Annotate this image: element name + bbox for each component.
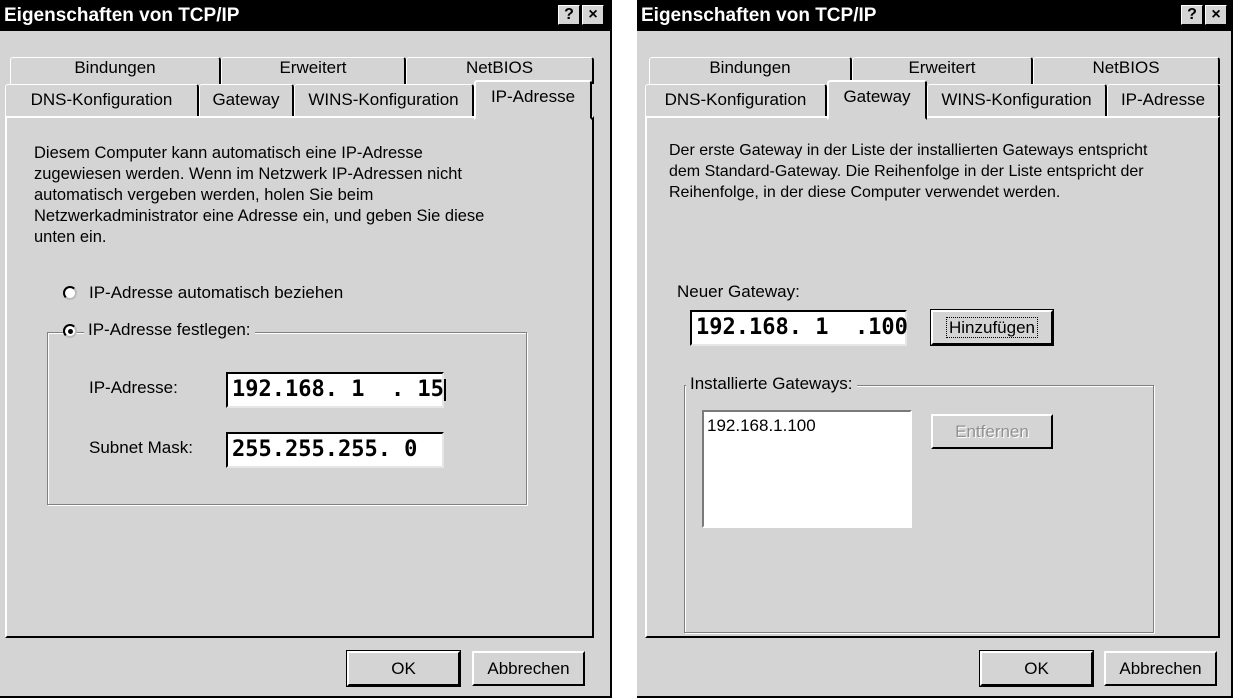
title-bar[interactable]: Eigenschaften von TCP/IP ? × (637, 0, 1231, 31)
remove-button[interactable]: Entfernen (931, 414, 1053, 449)
list-item[interactable]: 192.168.1.100 (707, 416, 907, 436)
tab-wins-konfiguration[interactable]: WINS-Konfiguration (294, 84, 474, 116)
tab-gateway[interactable]: Gateway (199, 84, 294, 116)
ok-button[interactable]: OK (979, 650, 1094, 687)
subnet-mask-label: Subnet Mask: (89, 438, 193, 457)
radio-fixed-ip[interactable] (63, 324, 77, 338)
cancel-button[interactable]: Abbrechen (1104, 651, 1217, 686)
tab-netbios[interactable]: NetBIOS (1033, 57, 1220, 84)
cancel-button[interactable]: Abbrechen (472, 651, 585, 686)
add-button-label: Hinzufügen (945, 317, 1038, 338)
new-gateway-field[interactable]: 192.168. 1 .100 (690, 310, 908, 346)
tab-dns-konfiguration[interactable]: DNS-Konfiguration (5, 84, 199, 116)
close-icon[interactable]: × (582, 5, 604, 25)
ip-address-field[interactable]: 192.168. 1 . 15 (226, 372, 446, 408)
radio-auto-ip-label[interactable]: IP-Adresse automatisch beziehen (89, 283, 343, 303)
tab-bindungen[interactable]: Bindungen (10, 57, 221, 84)
title-bar[interactable]: Eigenschaften von TCP/IP ? × (0, 0, 610, 31)
tab-gateway[interactable]: Gateway (827, 80, 927, 120)
new-gateway-label: Neuer Gateway: (677, 282, 800, 301)
ip-address-label: IP-Adresse: (89, 378, 178, 397)
tcpip-dialog-ip-address: Eigenschaften von TCP/IP ? × Bindungen E… (0, 0, 612, 698)
window-title: Eigenschaften von TCP/IP (4, 5, 240, 26)
description-text: Der erste Gateway in der Liste der insta… (669, 142, 1148, 201)
window-title: Eigenschaften von TCP/IP (641, 5, 877, 26)
tab-dns-konfiguration[interactable]: DNS-Konfiguration (645, 84, 827, 116)
help-button[interactable]: ? (558, 5, 580, 25)
fixed-ip-group (47, 332, 527, 505)
text-cursor (443, 379, 446, 401)
installed-gateways-list[interactable]: 192.168.1.100 (702, 410, 912, 528)
radio-selected-dot (68, 329, 73, 334)
tab-ip-adresse[interactable]: IP-Adresse (474, 80, 592, 120)
close-icon[interactable]: × (1205, 5, 1227, 25)
tab-erweitert[interactable]: Erweitert (221, 57, 406, 84)
ip-address-value: 192.168. 1 . 15 (232, 377, 444, 402)
installed-gateways-label: Installierte Gateways: (686, 374, 857, 394)
ok-button[interactable]: OK (346, 650, 461, 687)
radio-auto-ip[interactable] (63, 286, 77, 300)
description-text: Diesem Computer kann automatisch eine IP… (34, 144, 485, 246)
tcpip-dialog-gateway: Eigenschaften von TCP/IP ? × Bindungen E… (637, 0, 1233, 698)
radio-fixed-ip-label[interactable]: IP-Adresse festlegen: (84, 320, 255, 340)
tab-ip-adresse[interactable]: IP-Adresse (1107, 84, 1220, 116)
tab-bindungen[interactable]: Bindungen (649, 57, 852, 84)
help-button[interactable]: ? (1181, 5, 1203, 25)
subnet-mask-field[interactable]: 255.255.255. 0 (226, 432, 444, 468)
add-button[interactable]: Hinzufügen (930, 309, 1054, 346)
tab-wins-konfiguration[interactable]: WINS-Konfiguration (927, 84, 1107, 116)
